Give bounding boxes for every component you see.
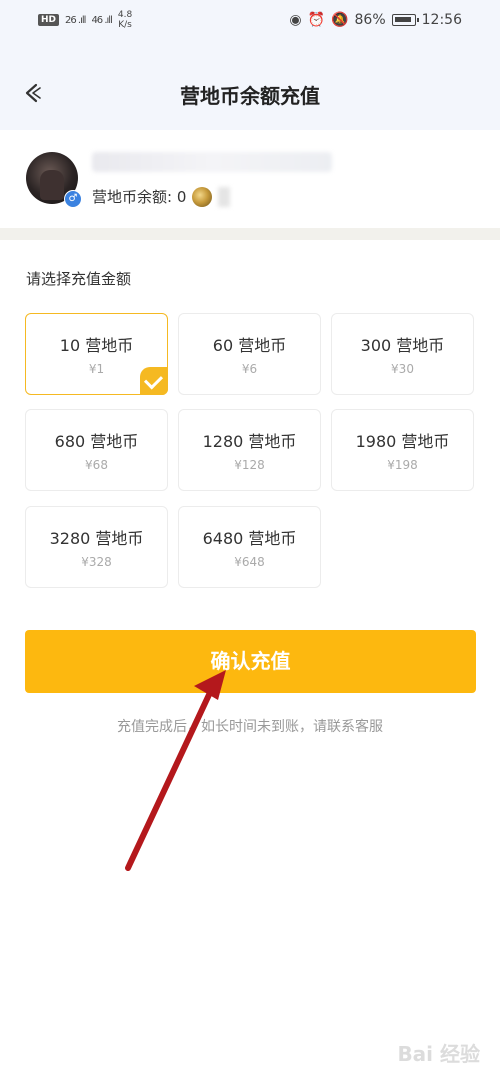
amount-option[interactable]: 10 营地币 ¥1	[25, 313, 168, 395]
option-price: ¥128	[234, 458, 265, 472]
network-speed: 4.8 K/s	[117, 10, 133, 30]
option-price: ¥328	[81, 555, 112, 569]
option-price: ¥68	[85, 458, 108, 472]
hd-badge: HD	[38, 14, 60, 26]
section-divider	[0, 228, 500, 240]
page-title: 营地币余额充值	[180, 84, 320, 108]
option-amount: 60 营地币	[212, 336, 287, 355]
watermark: Bai 经验	[397, 1042, 480, 1066]
check-icon	[140, 367, 168, 395]
amount-option[interactable]: 1980 营地币 ¥198	[331, 409, 474, 491]
status-bar: HD 26 .ıll 46 .ıll 4.8 K/s ◉ ⏰ 🔕 86% 12:…	[0, 0, 500, 40]
alarm-icon: ⏰	[307, 12, 326, 28]
amount-option[interactable]: 3280 营地币 ¥328	[25, 506, 168, 588]
option-amount: 1980 营地币	[355, 432, 450, 451]
battery-icon	[391, 14, 419, 26]
mute-bell-icon: 🔕	[331, 12, 349, 28]
header: 营地币余额充值	[0, 40, 500, 130]
option-amount: 1280 营地币	[202, 432, 297, 451]
user-info: ♂ 徐一 营地币余额: 0	[0, 130, 500, 228]
option-amount: 6480 营地币	[202, 529, 297, 548]
eye-icon: ◉	[289, 12, 302, 28]
amount-option[interactable]: 1280 营地币 ¥128	[178, 409, 321, 491]
option-amount: 680 营地币	[54, 432, 139, 451]
section-label: 请选择充值金额	[26, 270, 132, 288]
blurred-area	[218, 186, 231, 207]
amount-option[interactable]: 680 营地币 ¥68	[25, 409, 168, 491]
clock: 12:56	[421, 12, 462, 28]
amount-option[interactable]: 300 营地币 ¥30	[331, 313, 474, 395]
username: 徐一	[92, 152, 332, 172]
battery-percent: 86%	[354, 12, 386, 28]
notice-text: 充值完成后，如长时间未到账，请联系客服	[117, 719, 383, 735]
balance-label: 营地币余额: 0	[92, 188, 187, 206]
signal-1-icon: 26 .ıll	[65, 14, 86, 26]
option-price: ¥198	[387, 458, 418, 472]
status-bar-left: HD 26 .ıll 46 .ıll 4.8 K/s	[38, 10, 132, 30]
amount-option[interactable]: 60 营地币 ¥6	[178, 313, 321, 395]
confirm-recharge-button[interactable]: 确认充值	[25, 630, 476, 693]
option-amount: 300 营地币	[360, 336, 445, 355]
option-amount: 3280 营地币	[49, 529, 144, 548]
signal-2-icon: 46 .ıll	[91, 14, 112, 26]
option-price: ¥30	[391, 362, 414, 376]
option-amount: 10 营地币	[59, 336, 134, 355]
balance: 营地币余额: 0	[92, 186, 231, 207]
status-bar-right: ◉ ⏰ 🔕 86% 12:56	[289, 12, 462, 28]
option-price: ¥648	[234, 555, 265, 569]
amount-option[interactable]: 6480 营地币 ¥648	[178, 506, 321, 588]
coin-icon	[192, 186, 213, 207]
male-gender-icon: ♂	[64, 190, 82, 208]
option-price: ¥6	[241, 362, 258, 376]
